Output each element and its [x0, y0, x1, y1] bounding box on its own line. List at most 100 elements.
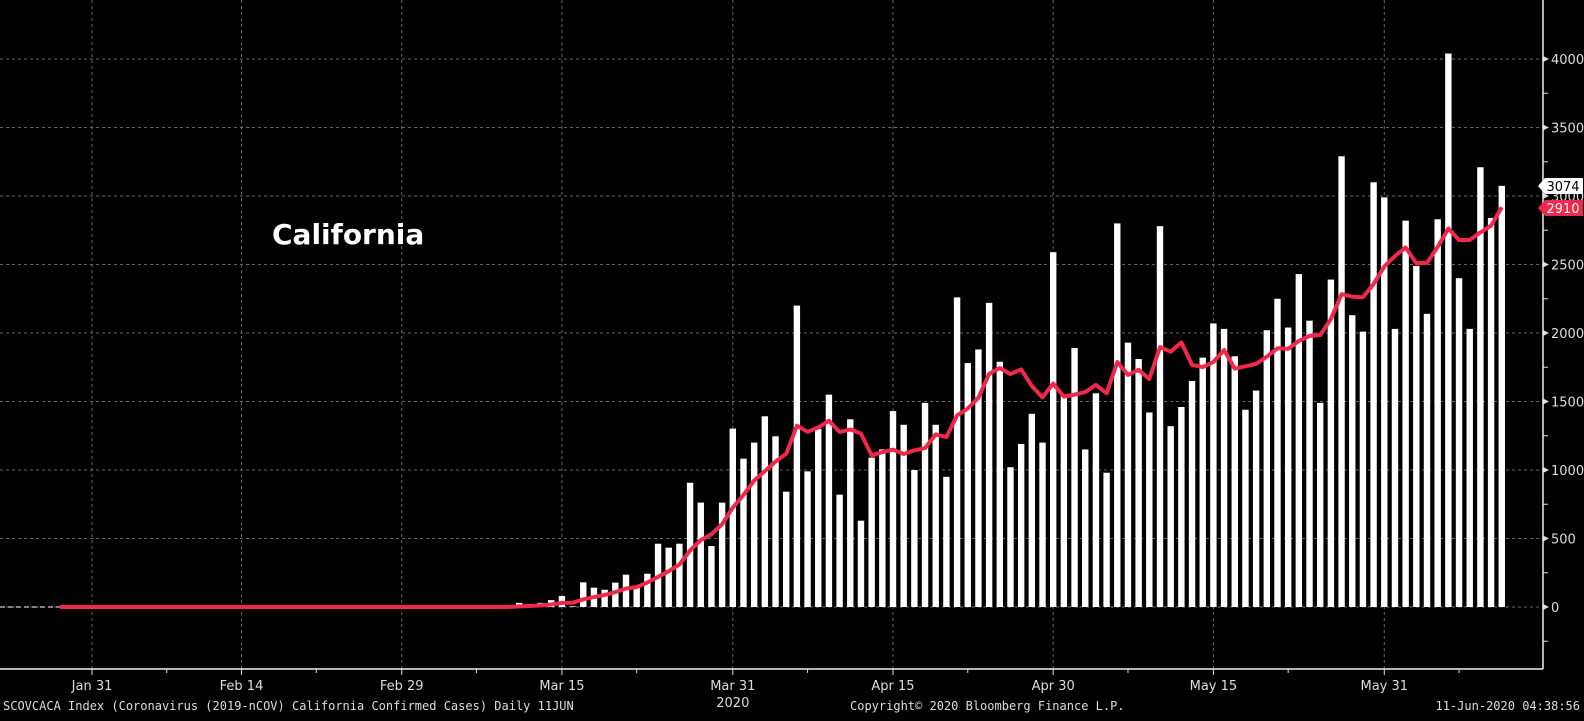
bar [686, 482, 694, 607]
bar [1220, 328, 1228, 607]
y-tick-mark [1543, 604, 1549, 610]
bar [943, 476, 950, 607]
bar [889, 411, 897, 607]
bar [1370, 182, 1377, 608]
bar [1188, 380, 1196, 607]
bar [793, 305, 801, 607]
bar [804, 471, 811, 607]
bar [1359, 331, 1367, 607]
bar [665, 547, 672, 607]
bar [1156, 226, 1164, 607]
bar [1391, 328, 1399, 607]
bar [964, 363, 971, 607]
bar [1306, 320, 1313, 607]
bar [580, 582, 587, 607]
y-tick-label: 2500 [1551, 259, 1584, 274]
bar [996, 361, 1003, 607]
bar [612, 582, 619, 607]
bar [676, 543, 683, 607]
bar [1487, 217, 1495, 608]
x-tick-label: Feb 14 [220, 679, 264, 694]
bar [1338, 156, 1345, 607]
y-tick-mark [1543, 261, 1549, 268]
bar [985, 302, 993, 607]
y-tick-label: 4000 [1551, 53, 1584, 68]
bar [1071, 348, 1078, 607]
footer-timestamp: 11-Jun-2020 04:38:56 [1435, 699, 1581, 713]
bar [1039, 442, 1046, 607]
y-tick-label: 1500 [1551, 396, 1584, 411]
bar [1455, 278, 1463, 607]
bar [1295, 274, 1303, 607]
y-tick-mark [1543, 535, 1549, 542]
chart-title: California [272, 218, 425, 251]
footer-ticker: SCOVCACA Index (Coronavirus (2019-nCOV) … [3, 699, 574, 713]
bar [1402, 220, 1409, 607]
bar [633, 586, 640, 607]
x-tick-label: Mar 31 [710, 679, 755, 694]
x-tick-label: Apr 15 [871, 679, 914, 694]
y-tick-label: 2000 [1551, 327, 1584, 342]
bar [868, 457, 875, 607]
bar [921, 402, 929, 607]
bar [815, 428, 822, 607]
bar [1274, 298, 1281, 607]
y-tick-label: 1000 [1551, 464, 1584, 479]
chart-plot: 05001000150020002500300035004000Jan 31 Fe… [0, 0, 1584, 711]
bar [1423, 313, 1431, 607]
x-year-label: 2020 [716, 696, 749, 711]
bar [847, 419, 854, 607]
x-tick-label: Jan 31 [71, 679, 113, 694]
y-tick-mark [1543, 467, 1549, 473]
bar [1007, 467, 1014, 607]
bar [1317, 402, 1324, 607]
bar [1466, 328, 1473, 607]
bar [569, 606, 576, 607]
bar [1060, 394, 1068, 607]
bar [1413, 265, 1420, 607]
x-tick-label: May 31 [1360, 679, 1408, 694]
bar [761, 416, 769, 607]
bar [836, 494, 843, 607]
bar [1327, 279, 1335, 607]
bar [1092, 393, 1100, 607]
last-value-bar-label: 3074 [1546, 180, 1579, 195]
footer-copyright: Copyright© 2020 Bloomberg Finance L.P. [850, 699, 1125, 713]
last-value-line-label: 2910 [1546, 202, 1579, 217]
bar [1498, 185, 1505, 607]
x-tick-label: Mar 15 [539, 679, 584, 694]
bar [1103, 472, 1110, 607]
bar [1050, 252, 1057, 608]
bar [1199, 357, 1206, 607]
bar [1284, 327, 1292, 607]
bar [1231, 356, 1238, 607]
bar [1263, 330, 1270, 607]
chart-window: 0 500 1000 1500 2000 2500 3000 3500 4000 Jan 31 Fe… [0, 0, 1584, 721]
bar [1349, 315, 1356, 607]
bar [1017, 443, 1025, 607]
x-tick-label: May 15 [1190, 679, 1238, 694]
bar [1028, 413, 1036, 607]
bar [1114, 223, 1121, 607]
bar [953, 297, 961, 607]
bar [729, 428, 736, 607]
y-tick-mark [1543, 398, 1549, 405]
y-tick-label: 0 [1551, 601, 1559, 616]
x-tick-label: Feb 29 [380, 679, 424, 694]
bar [879, 449, 886, 607]
bar [1135, 359, 1142, 607]
bar [1146, 412, 1153, 607]
y-tick-mark [1543, 124, 1549, 131]
bar [1082, 449, 1089, 607]
x-tick-label: Apr 30 [1032, 679, 1075, 694]
bar [740, 458, 747, 607]
bar [932, 424, 939, 607]
y-tick-mark [1543, 56, 1549, 62]
y-tick-label: 3500 [1551, 122, 1584, 137]
bar [1167, 426, 1174, 607]
bar [911, 470, 918, 607]
bar [1210, 323, 1217, 607]
bar [750, 442, 758, 607]
bar [697, 502, 704, 607]
bar [1242, 409, 1249, 607]
